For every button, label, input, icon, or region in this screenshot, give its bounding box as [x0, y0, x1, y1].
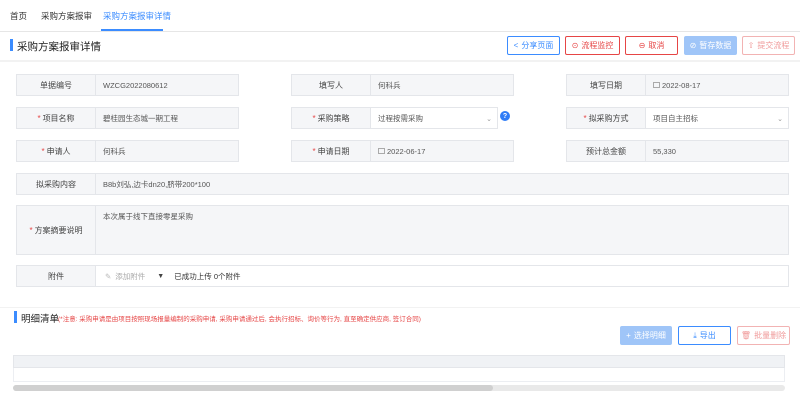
table-row[interactable]	[13, 368, 785, 382]
save-temp-label: 暂存数据	[699, 41, 732, 50]
monitor-icon: ⊙	[571, 40, 579, 50]
save-temp-button[interactable]: ⊘ 暂存数据	[684, 36, 737, 55]
detail-title: 明细清单	[21, 314, 60, 325]
required-mark: *	[583, 113, 587, 123]
add-attachment-link[interactable]: 添加附件	[115, 271, 145, 282]
strategy-select[interactable]: 过程按需采购 ⌄	[370, 107, 498, 129]
method-select[interactable]: 项目自主招标 ⌄	[645, 107, 789, 129]
apply-date-label: * 申请日期	[291, 140, 371, 162]
doc-no-label-text: 单据编号	[40, 80, 72, 90]
summary-label: * 方案摘要说明	[16, 205, 96, 255]
cancel-icon: ⊖	[638, 40, 646, 50]
title-accent-bar	[10, 39, 13, 51]
total-label: 预计总金额	[566, 140, 646, 162]
batch-delete-button[interactable]: 🗑 批量删除	[737, 326, 790, 345]
filler-label-text: 填写人	[319, 80, 343, 90]
attachment-label: 附件	[16, 265, 96, 287]
scrollbar-thumb[interactable]	[13, 385, 493, 391]
cancel-label: 取消	[648, 41, 665, 50]
apply-date-value: 2022-06-17	[387, 146, 426, 156]
select-detail-button[interactable]: + 选择明细	[620, 326, 672, 345]
tab-home[interactable]: 首页	[10, 10, 27, 22]
detail-table-header	[13, 355, 785, 368]
method-label-text: 拟采购方式	[588, 113, 629, 123]
detail-note: (*注意: 采购申请是由项目按照现场报量编制的采购申请, 采购申请通过后, 会执…	[58, 316, 421, 323]
required-mark: *	[37, 113, 41, 123]
select-detail-label: 选择明细	[633, 331, 666, 340]
project-name-field[interactable]: 碧桂园生态城一期工程	[95, 107, 239, 129]
summary-label-text: 方案摘要说明	[34, 225, 83, 235]
strategy-value: 过程按需采购	[378, 113, 423, 123]
filler-field: 何科兵	[370, 74, 514, 96]
share-icon: <	[513, 40, 519, 50]
fill-date-value: 2022-08-17	[662, 80, 701, 90]
method-value: 项目自主招标	[653, 113, 698, 123]
help-icon[interactable]: ?	[500, 111, 510, 121]
attachment-dropdown-icon[interactable]: ▼	[157, 273, 164, 280]
paperclip-icon: ✎	[105, 271, 112, 281]
chevron-down-icon: ⌄	[777, 116, 783, 123]
summary-textarea[interactable]: 本次属于线下直接零星采购	[95, 205, 789, 255]
required-mark: *	[312, 146, 316, 156]
tab-bar: 首页 采购方案报审 采购方案报审详情	[0, 0, 800, 32]
applicant-field: 何科兵	[95, 140, 239, 162]
doc-no-field: WZCG2022080612	[95, 74, 239, 96]
export-button[interactable]: ⤓ 导出	[678, 326, 731, 345]
fill-date-label: 填写日期	[566, 74, 646, 96]
required-mark: *	[29, 225, 33, 235]
project-name-label: * 项目名称	[16, 107, 96, 129]
fill-date-field: 2022-08-17	[645, 74, 789, 96]
applicant-label-text: 申请人	[46, 146, 71, 156]
share-page-button[interactable]: < 分享页面	[507, 36, 560, 55]
strategy-label: * 采购策略	[291, 107, 371, 129]
content-label-text: 拟采购内容	[36, 179, 76, 189]
strategy-label-text: 采购策略	[317, 113, 350, 123]
calendar-icon	[378, 148, 385, 154]
trash-icon: 🗑	[740, 330, 752, 340]
page-title: 采购方案报审详情	[17, 41, 101, 53]
flow-monitor-label: 流程监控	[581, 41, 614, 50]
tab-procurement-plan-review-detail[interactable]: 采购方案报审详情	[103, 10, 171, 22]
submit-flow-button[interactable]: ⇧ 提交流程	[742, 36, 795, 55]
attachment-status: 已成功上传 0个附件	[174, 271, 241, 281]
filler-label: 填写人	[291, 74, 371, 96]
required-mark: *	[41, 146, 45, 156]
flow-monitor-button[interactable]: ⊙ 流程监控	[565, 36, 620, 55]
apply-date-label-text: 申请日期	[317, 146, 350, 156]
applicant-label: * 申请人	[16, 140, 96, 162]
total-label-text: 预计总金额	[586, 146, 626, 156]
page-header	[0, 32, 800, 60]
batch-delete-label: 批量删除	[754, 331, 787, 340]
attachment-label-text: 附件	[48, 271, 64, 281]
plus-icon: +	[626, 330, 631, 340]
project-name-label-text: 项目名称	[42, 113, 75, 123]
share-page-label: 分享页面	[521, 41, 554, 50]
calendar-icon	[653, 82, 660, 88]
method-label: * 拟采购方式	[566, 107, 646, 129]
content-label: 拟采购内容	[16, 173, 96, 195]
fill-date-label-text: 填写日期	[590, 80, 622, 90]
tab-procurement-plan-review[interactable]: 采购方案报审	[41, 10, 92, 22]
check-circle-icon: ⊘	[689, 40, 697, 50]
submit-icon: ⇧	[747, 40, 755, 50]
export-label: 导出	[699, 331, 716, 340]
summary-value: 本次属于线下直接零星采购	[103, 212, 193, 221]
attachment-field: ✎ 添加附件 ▼ 已成功上传 0个附件	[95, 265, 789, 287]
chevron-down-icon: ⌄	[486, 116, 492, 123]
content-field[interactable]: B8b刘弘,边卡dn20,脐带200*100	[95, 173, 789, 195]
section-accent-bar	[14, 311, 17, 323]
download-icon: ⤓	[693, 330, 697, 340]
required-mark: *	[312, 113, 316, 123]
submit-flow-label: 提交流程	[757, 41, 790, 50]
cancel-button[interactable]: ⊖ 取消	[625, 36, 678, 55]
active-tab-indicator	[101, 29, 163, 31]
apply-date-field[interactable]: 2022-06-17	[370, 140, 514, 162]
total-field: 55,330	[645, 140, 789, 162]
doc-no-label: 单据编号	[16, 74, 96, 96]
